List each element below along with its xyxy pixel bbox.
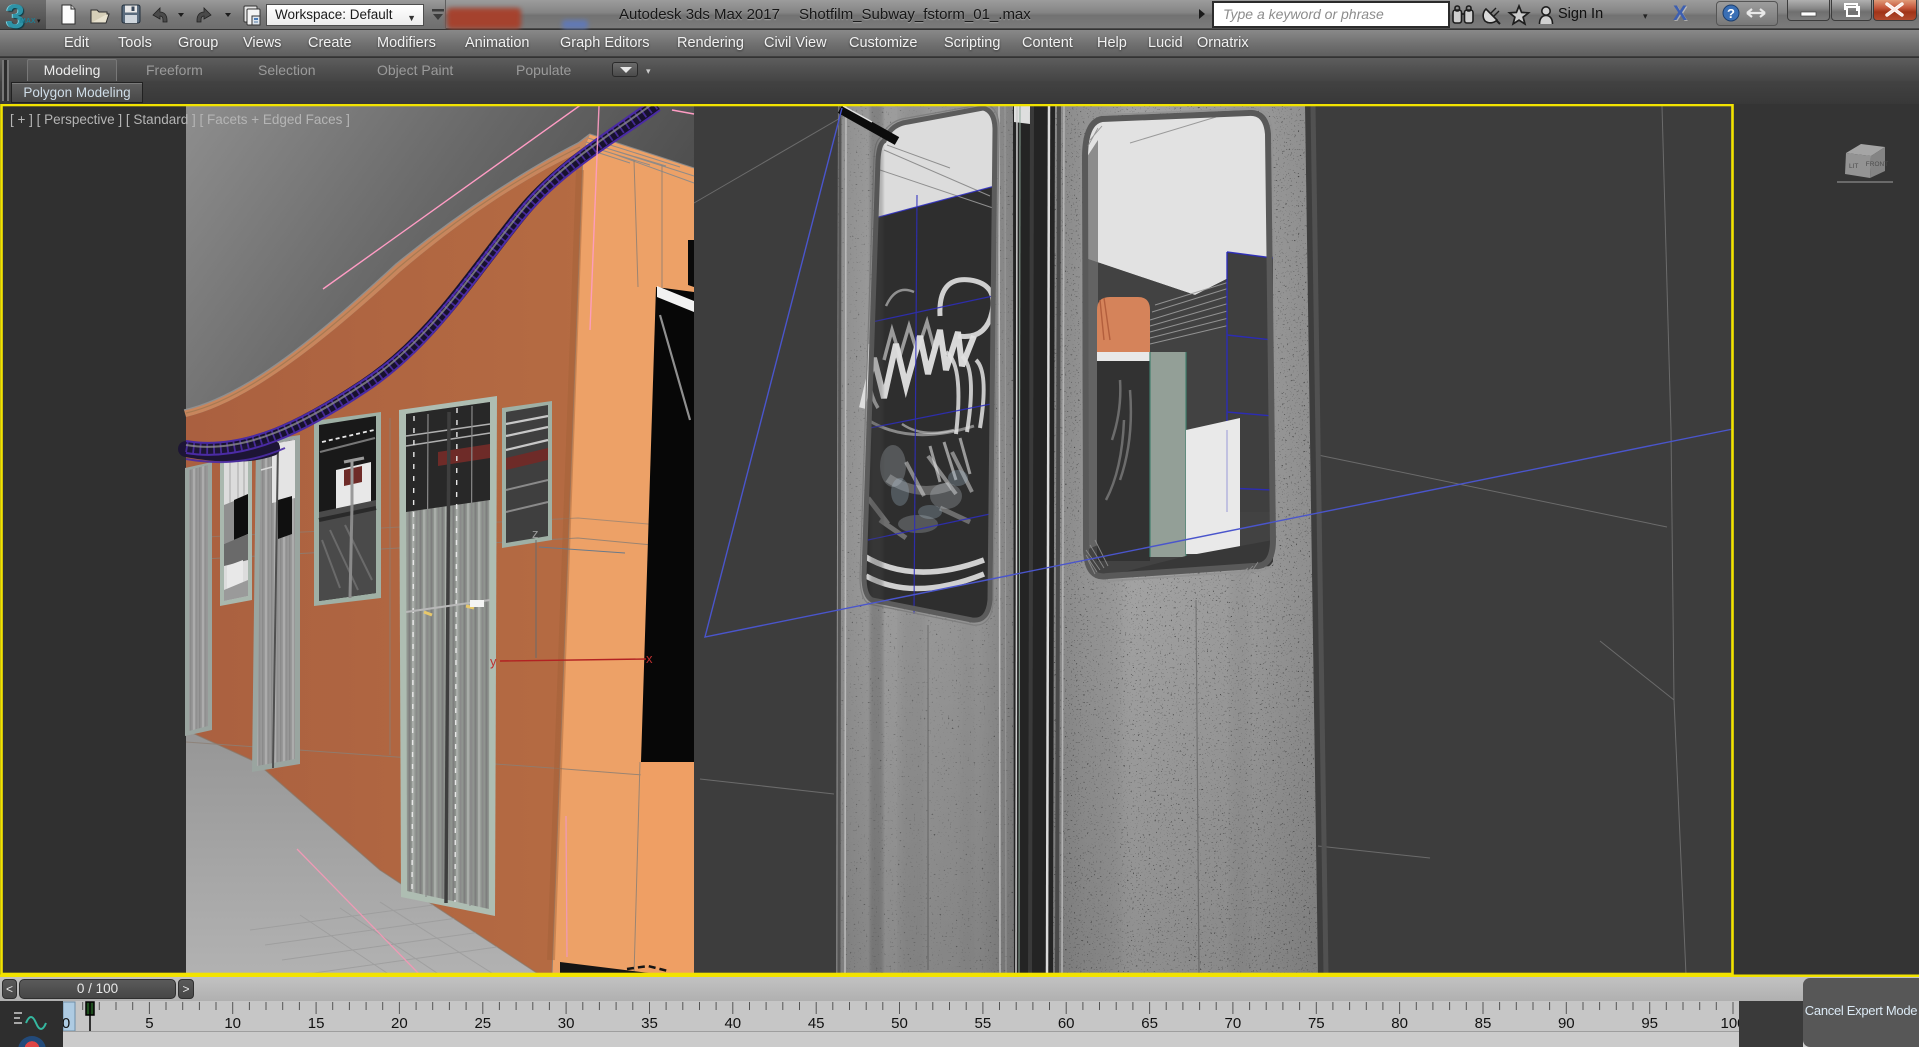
svg-text:5: 5 <box>145 1015 153 1032</box>
svg-text:y: y <box>490 654 497 669</box>
svg-text:z: z <box>532 526 539 541</box>
svg-text:20: 20 <box>391 1015 408 1032</box>
svg-text:10: 10 <box>224 1015 241 1032</box>
svg-text:?: ? <box>1727 6 1735 21</box>
svg-text:30: 30 <box>558 1015 575 1032</box>
svg-text:FRONT: FRONT <box>1866 161 1888 168</box>
svg-text:60: 60 <box>1058 1015 1075 1032</box>
svg-text:LIT: LIT <box>1849 163 1858 170</box>
svg-text:75: 75 <box>1308 1015 1325 1032</box>
svg-text:85: 85 <box>1475 1015 1492 1032</box>
svg-text:35: 35 <box>641 1015 658 1032</box>
svg-text:50: 50 <box>891 1015 908 1032</box>
svg-text:[ + ] [ Perspective ] [ Standa: [ + ] [ Perspective ] [ Standard ] [ Fac… <box>10 112 350 127</box>
svg-text:65: 65 <box>1141 1015 1158 1032</box>
svg-text:15: 15 <box>308 1015 325 1032</box>
svg-text:25: 25 <box>474 1015 491 1032</box>
svg-text:40: 40 <box>724 1015 741 1032</box>
svg-text:45: 45 <box>808 1015 825 1032</box>
svg-text:80: 80 <box>1391 1015 1408 1032</box>
svg-text:90: 90 <box>1558 1015 1575 1032</box>
svg-text:55: 55 <box>975 1015 992 1032</box>
svg-text:x: x <box>646 651 653 666</box>
svg-text:70: 70 <box>1225 1015 1242 1032</box>
svg-text:95: 95 <box>1641 1015 1658 1032</box>
svg-text:0: 0 <box>62 1015 70 1032</box>
